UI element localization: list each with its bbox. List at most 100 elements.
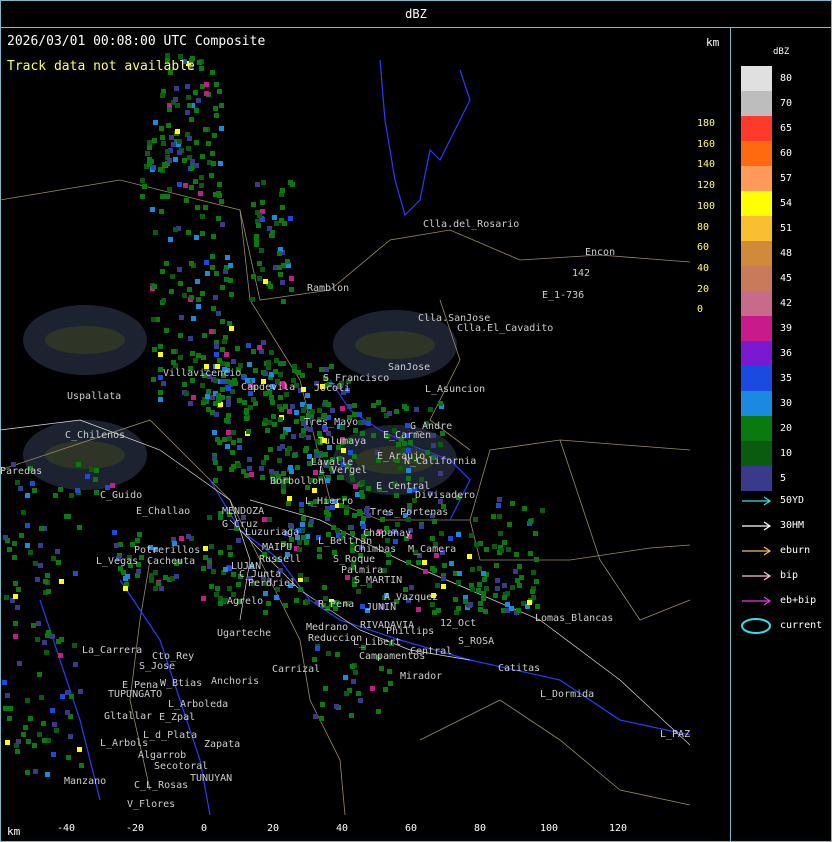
echo-pixel	[142, 184, 147, 189]
echo-pixel	[364, 508, 369, 513]
dbz-swatch	[741, 391, 772, 416]
echo-pixel	[210, 70, 215, 75]
echo-pixel	[136, 569, 141, 574]
echo-pixel	[266, 601, 271, 606]
echo-pixel	[203, 546, 208, 551]
echo-pixel	[477, 566, 482, 571]
echo-pixel	[166, 123, 171, 128]
echo-pixel	[280, 205, 285, 210]
y-axis-unit: km	[706, 36, 720, 49]
dbz-swatch	[741, 166, 772, 191]
echo-pixel	[396, 442, 401, 447]
echo-pixel	[388, 681, 393, 686]
echo-pixel	[319, 367, 324, 372]
echo-pixel	[285, 451, 290, 456]
echo-pixel	[274, 358, 279, 363]
echo-pixel	[164, 328, 169, 333]
echo-pixel	[251, 349, 256, 354]
echo-pixel	[3, 535, 8, 540]
echo-pixel	[496, 503, 501, 508]
echo-pixel	[32, 488, 37, 493]
echo-pixel	[174, 574, 179, 579]
echo-pixel	[287, 446, 292, 451]
track-arrow-icon	[742, 521, 772, 531]
dbz-swatch-label: 54	[780, 198, 793, 209]
echo-pixel	[349, 713, 354, 718]
echo-pixel	[2, 680, 7, 685]
echo-pixel	[220, 387, 225, 392]
place-label: C_L_Rosas	[134, 780, 189, 791]
echo-pixel	[206, 389, 211, 394]
echo-pixel	[263, 591, 268, 596]
echo-pixel	[150, 207, 155, 212]
dbz-swatch	[741, 216, 772, 241]
track-legend-label: eb+bip	[780, 595, 817, 606]
x-tick-label: 20	[266, 823, 280, 834]
echo-pixel	[15, 480, 20, 485]
echo-pixel	[200, 291, 205, 296]
echo-pixel	[32, 743, 37, 748]
echo-pixel	[211, 569, 216, 574]
echo-pixel	[216, 398, 221, 403]
echo-pixel	[13, 594, 18, 599]
echo-pixel	[246, 343, 251, 348]
echo-pixel	[262, 517, 267, 522]
echo-pixel	[161, 381, 166, 386]
echo-pixel	[153, 120, 158, 125]
echo-pixel	[163, 575, 168, 580]
echo-pixel	[225, 255, 230, 260]
echo-pixel	[277, 458, 282, 463]
echo-pixel	[149, 159, 154, 164]
echo-pixel	[191, 395, 196, 400]
echo-pixel	[250, 297, 255, 302]
dbz-swatch	[741, 366, 772, 391]
echo-pixel	[72, 643, 77, 648]
dbz-swatch	[741, 291, 772, 316]
echo-pixel	[431, 433, 436, 438]
echo-pixel	[156, 581, 161, 586]
dbz-swatch	[741, 316, 772, 341]
echo-pixel	[162, 162, 167, 167]
echo-pixel	[220, 319, 225, 324]
echo-pixel	[476, 588, 481, 593]
echo-pixel	[288, 180, 293, 185]
echo-pixel	[76, 462, 81, 467]
echo-pixel	[186, 534, 191, 539]
place-label: Ramblon	[307, 283, 350, 294]
echo-pixel	[358, 698, 363, 703]
place-label: Carrizal	[272, 664, 321, 675]
echo-pixel	[263, 418, 268, 423]
echo-pixel	[158, 344, 163, 349]
echo-pixel	[272, 215, 277, 220]
echo-pixel	[25, 698, 30, 703]
echo-pixel	[194, 140, 199, 145]
place-label: Luzuriaga	[245, 527, 300, 538]
dbz-swatch	[741, 91, 772, 116]
echo-pixel	[160, 93, 165, 98]
x-tick-label: 40	[335, 823, 349, 834]
echo-pixel	[442, 563, 447, 568]
echo-pixel	[251, 202, 256, 207]
echo-pixel	[112, 530, 117, 535]
echo-pixel	[151, 377, 156, 382]
echo-pixel	[294, 419, 299, 424]
echo-pixel	[481, 591, 486, 596]
echo-pixel	[77, 747, 82, 752]
echo-pixel	[204, 91, 209, 96]
echo-pixel	[228, 263, 233, 268]
place-label: Encon	[585, 247, 616, 258]
echo-pixel	[53, 493, 58, 498]
echo-pixel	[534, 579, 539, 584]
dbz-swatch	[741, 241, 772, 266]
echo-pixel	[190, 351, 195, 356]
echo-pixel	[441, 584, 446, 589]
echo-pixel	[409, 585, 414, 590]
echo-pixel	[484, 547, 489, 552]
echo-pixel	[209, 584, 214, 589]
echo-pixel	[182, 293, 187, 298]
echo-pixel	[344, 691, 349, 696]
place-label: Anchoris	[211, 676, 260, 687]
echo-pixel	[160, 135, 165, 140]
echo-pixel	[267, 226, 272, 231]
dbz-swatch	[741, 141, 772, 166]
